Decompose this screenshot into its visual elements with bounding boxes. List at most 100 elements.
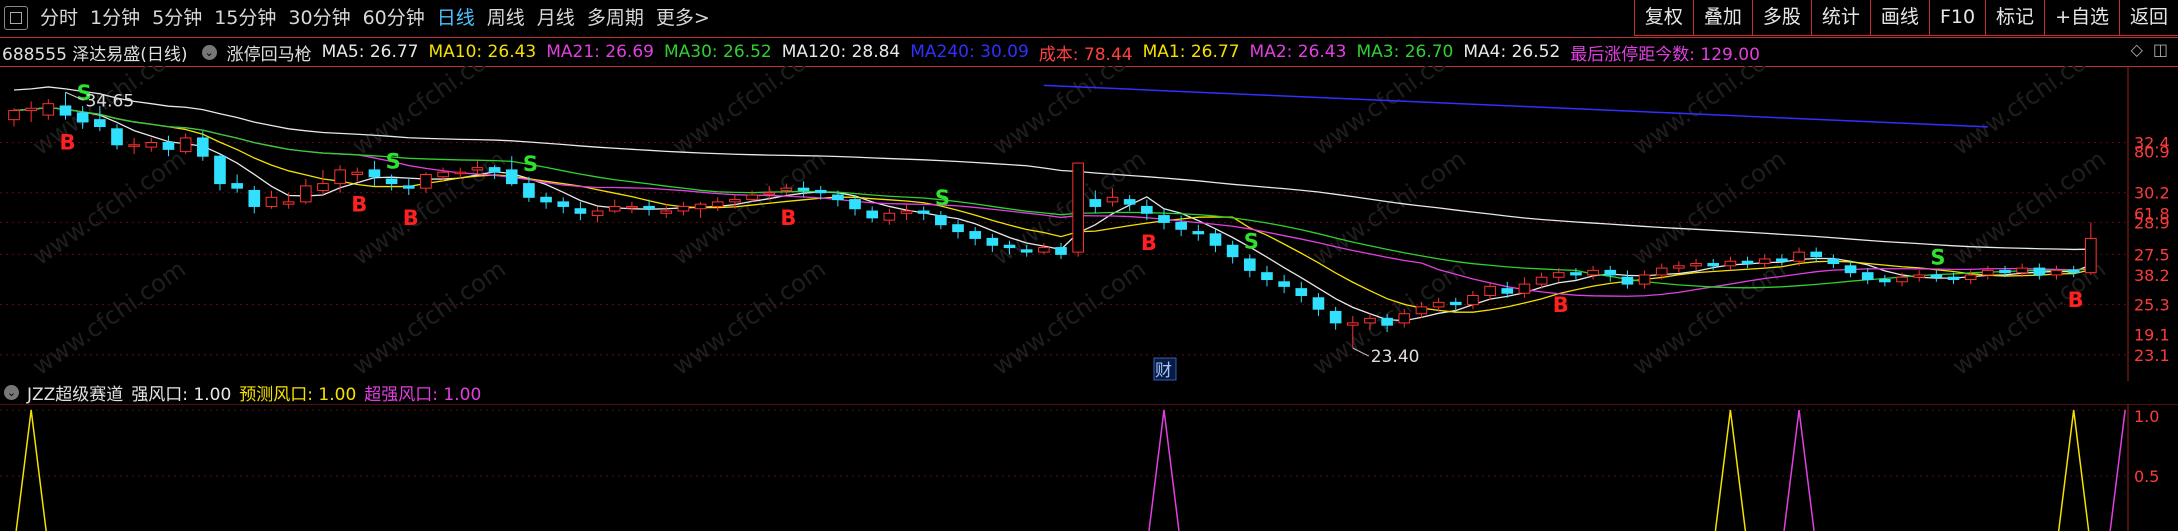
watermark-text: www.cfchi.com — [1307, 66, 1470, 161]
candle — [145, 142, 158, 148]
toolbar-button[interactable]: 叠加 — [1692, 0, 1752, 36]
window-icon[interactable] — [4, 6, 28, 30]
stock-title: 688555 泽达易盛(日线) — [2, 44, 188, 65]
indicator-chart: 1.0 0.5 — [0, 404, 2178, 531]
period-tab[interactable]: 5分钟 — [146, 0, 208, 36]
period-tab[interactable]: 30分钟 — [282, 0, 356, 36]
candle — [1398, 313, 1411, 324]
candle — [677, 205, 690, 212]
candle — [505, 169, 518, 185]
price-tick: 27.5 — [2134, 245, 2170, 264]
period-tab[interactable]: 15分钟 — [208, 0, 282, 36]
period-tab[interactable]: 月线 — [531, 0, 581, 36]
ma-value: MA2: 26.43 — [1249, 42, 1347, 62]
toolbar-button[interactable]: 统计 — [1810, 0, 1870, 36]
price-tick: 23.1 — [2134, 346, 2170, 365]
toolbar-button[interactable]: +自选 — [2044, 0, 2119, 36]
candle — [402, 185, 415, 189]
candle — [1724, 260, 1737, 267]
candle — [1518, 283, 1531, 294]
ma-value: 成本: 78.44 — [1038, 44, 1133, 65]
watermark-text: www.cfchi.com — [1627, 145, 1790, 271]
candle — [8, 110, 20, 121]
candle — [952, 224, 964, 233]
candle — [626, 205, 638, 209]
candle — [334, 169, 346, 185]
toolbar-button[interactable]: 复权 — [1633, 0, 1693, 36]
watermark-text: www.cfchi.com — [1947, 66, 2110, 161]
candle — [1982, 269, 1994, 276]
price-tick: 30.2 — [2134, 184, 2170, 203]
ma-value: MA1: 26.77 — [1142, 42, 1240, 62]
period-tab[interactable]: 周线 — [481, 0, 531, 36]
signal-b: B — [780, 206, 796, 230]
watermark-text: www.cfchi.com — [987, 145, 1150, 271]
candle — [729, 199, 741, 203]
candle — [1055, 247, 1067, 255]
candle — [694, 203, 707, 210]
pct-tick: 38.2 — [2134, 266, 2170, 285]
candle — [1655, 267, 1668, 276]
candle — [1089, 199, 1102, 207]
indicator-name: JZZ超级赛道 — [27, 384, 124, 405]
toolbar-button[interactable]: 多股 — [1751, 0, 1811, 36]
indicator-spike — [15, 409, 47, 531]
indicator-value: 超强风口: 1.00 — [364, 384, 482, 405]
indicator-spike — [2109, 409, 2126, 531]
signal-s: S — [386, 149, 401, 173]
candle — [814, 189, 827, 194]
ma-line-ma240 — [1043, 84, 1988, 128]
candle — [265, 196, 278, 207]
candle — [1192, 231, 1205, 235]
panel-icon[interactable]: ◫ — [2153, 40, 2168, 59]
candle — [162, 142, 175, 150]
candle — [1964, 274, 1977, 281]
collapse-icon[interactable]: ⌄ — [4, 384, 19, 400]
candle — [917, 210, 930, 214]
candle — [900, 210, 913, 214]
watermark-text: www.cfchi.com — [667, 66, 830, 161]
candle — [1638, 274, 1651, 285]
period-tab[interactable]: 多周期 — [581, 0, 650, 36]
candle — [1844, 265, 1857, 274]
signal-s: S — [523, 152, 538, 176]
candle — [454, 171, 467, 175]
period-tab[interactable]: 更多> — [650, 0, 716, 36]
toolbar-button[interactable]: 画线 — [1869, 0, 1929, 36]
toolbar: 分时 1分钟 5分钟 15分钟 30分钟 60分钟 日线 周线 月线 多周期 更多> 复权 叠加 多股统… — [0, 0, 2178, 36]
candle — [1072, 162, 1084, 253]
toolbar-button[interactable]: F10 — [1928, 0, 1986, 36]
candle — [1690, 263, 1702, 267]
candle — [488, 167, 501, 173]
candle — [76, 112, 89, 123]
candle — [1158, 215, 1170, 223]
candle — [935, 215, 947, 226]
candle — [608, 205, 621, 212]
toolbar-button[interactable]: 返回 — [2118, 0, 2178, 36]
candle — [1930, 274, 1943, 278]
candle — [1570, 272, 1582, 276]
toolbar-button[interactable]: 标记 — [1985, 0, 2045, 36]
candle — [437, 171, 449, 178]
indicator-spike — [2057, 409, 2090, 531]
candle — [368, 169, 381, 178]
period-tab[interactable]: 1分钟 — [84, 0, 146, 36]
period-tab[interactable]: 60分钟 — [357, 0, 431, 36]
diamond-icon[interactable]: ◇ — [2131, 40, 2143, 59]
candle — [1381, 317, 1393, 326]
period-tab[interactable]: 日线 — [431, 0, 481, 36]
candle — [1604, 269, 1617, 276]
candle — [214, 155, 226, 185]
candle — [1467, 294, 1479, 306]
candle — [1913, 274, 1926, 278]
candle — [1947, 276, 1960, 281]
signal-s: S — [1930, 245, 1945, 269]
candle — [1861, 272, 1874, 281]
collapse-icon[interactable]: ⌄ — [201, 44, 217, 60]
candle — [1999, 269, 2011, 274]
period-tab[interactable]: 分时 — [34, 0, 84, 36]
ma-value: MA4: 26.52 — [1463, 42, 1561, 62]
candle — [1587, 269, 1599, 276]
candle — [93, 119, 106, 128]
candle — [969, 231, 982, 239]
